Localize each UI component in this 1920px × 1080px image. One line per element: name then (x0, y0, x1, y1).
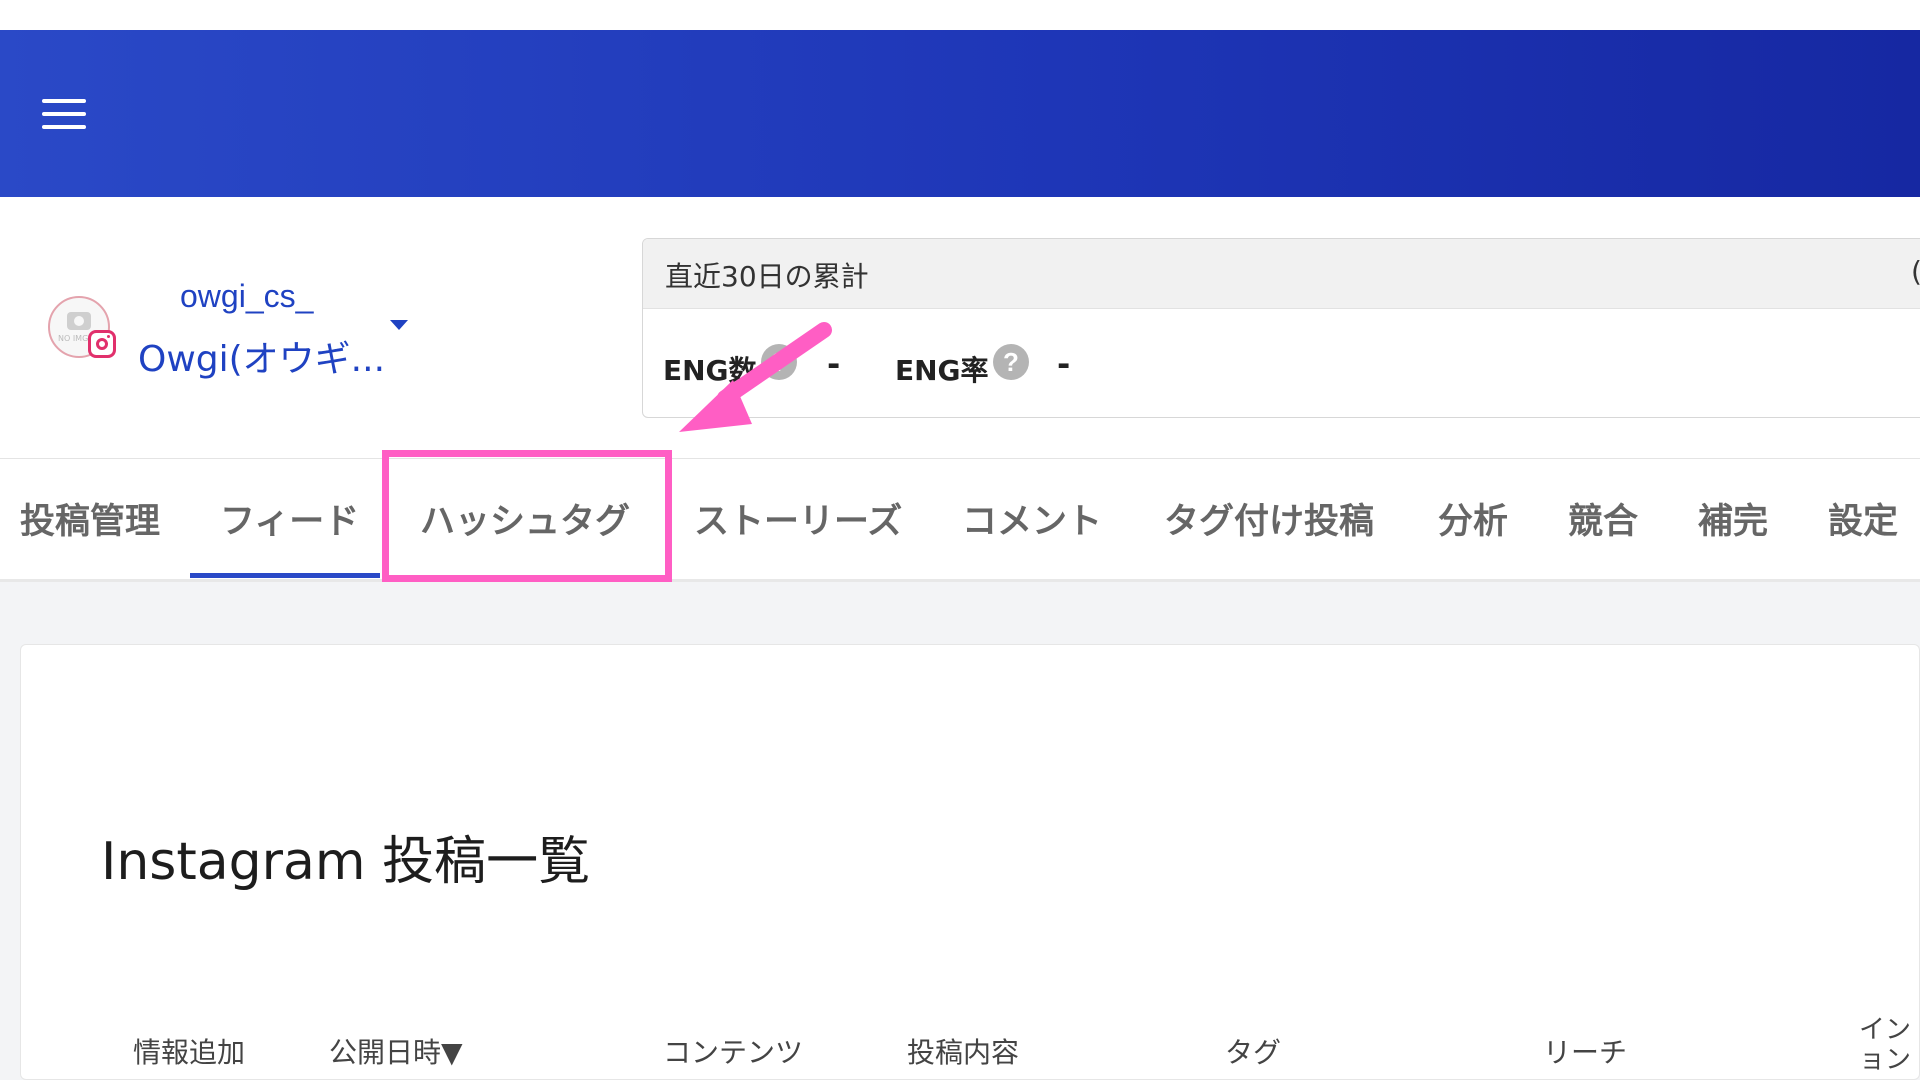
column-header-line: イン (1859, 1015, 1912, 1045)
account-selector[interactable]: NO IMG owgi_cs_ Owgi(オウギ... (48, 278, 408, 388)
camera-icon (67, 312, 91, 330)
metric-label-eng-rate: ENG率 (895, 354, 989, 387)
avatar-placeholder-text: NO IMG (58, 334, 89, 343)
page-title: Instagram 投稿一覧 (101, 832, 591, 892)
post-list-card: Instagram 投稿一覧 情報追加 公開日時▼ コンテンツ 投稿内容 タグ … (20, 644, 1920, 1080)
tab-comments[interactable]: コメント (962, 493, 1102, 544)
account-name: Owgi(オウギ... (138, 339, 386, 380)
help-icon[interactable]: ? (761, 344, 797, 380)
column-header-line: ョン (1859, 1045, 1912, 1075)
tab-feed[interactable]: フィード (220, 493, 359, 544)
tab-analysis[interactable]: 分析 (1438, 493, 1508, 544)
help-icon[interactable]: ? (993, 344, 1029, 380)
column-header-add-info[interactable]: 情報追加 (133, 1031, 245, 1071)
hamburger-menu-icon[interactable] (40, 96, 88, 132)
page: NO IMG owgi_cs_ Owgi(オウギ... 直近30日の累計 ( E… (0, 0, 1920, 1080)
chevron-down-icon[interactable] (390, 320, 408, 330)
tab-tagged-posts[interactable]: タグ付け投稿 (1164, 493, 1374, 544)
instagram-icon (88, 330, 116, 358)
column-header-reach[interactable]: リーチ (1543, 1031, 1627, 1071)
active-tab-indicator (190, 573, 380, 578)
content-area: Instagram 投稿一覧 情報追加 公開日時▼ コンテンツ 投稿内容 タグ … (0, 582, 1920, 1080)
column-header-published-at[interactable]: 公開日時▼ (329, 1031, 463, 1071)
metric-value-eng-rate: - (1057, 345, 1071, 383)
tab-hashtag[interactable]: ハッシュタグ (420, 493, 630, 544)
app-header (0, 30, 1920, 197)
column-header-tags[interactable]: タグ (1225, 1031, 1281, 1071)
tab-competitors[interactable]: 競合 (1568, 493, 1638, 544)
summary-card: 直近30日の累計 ( ENG数 ? - ENG率 ? - (642, 238, 1920, 418)
tab-bar: 投稿管理 フィード ハッシュタグ ストーリーズ コメント タグ付け投稿 分析 競… (0, 458, 1920, 582)
column-header-impressions[interactable]: イン ョン (1859, 1015, 1911, 1075)
metric-value-eng-count: - (827, 345, 841, 383)
tab-supplement[interactable]: 補完 (1698, 493, 1768, 544)
summary-paren: ( (1911, 255, 1920, 288)
column-header-content[interactable]: コンテンツ (663, 1031, 803, 1071)
column-header-post-body[interactable]: 投稿内容 (907, 1031, 1019, 1071)
metric-label-eng-count: ENG数 (663, 354, 757, 387)
summary-title: 直近30日の累計 (665, 260, 869, 293)
tab-stories[interactable]: ストーリーズ (694, 493, 902, 544)
tab-settings[interactable]: 設定 (1828, 493, 1898, 544)
tab-post-management[interactable]: 投稿管理 (20, 493, 160, 544)
account-id: owgi_cs_ (180, 278, 314, 314)
